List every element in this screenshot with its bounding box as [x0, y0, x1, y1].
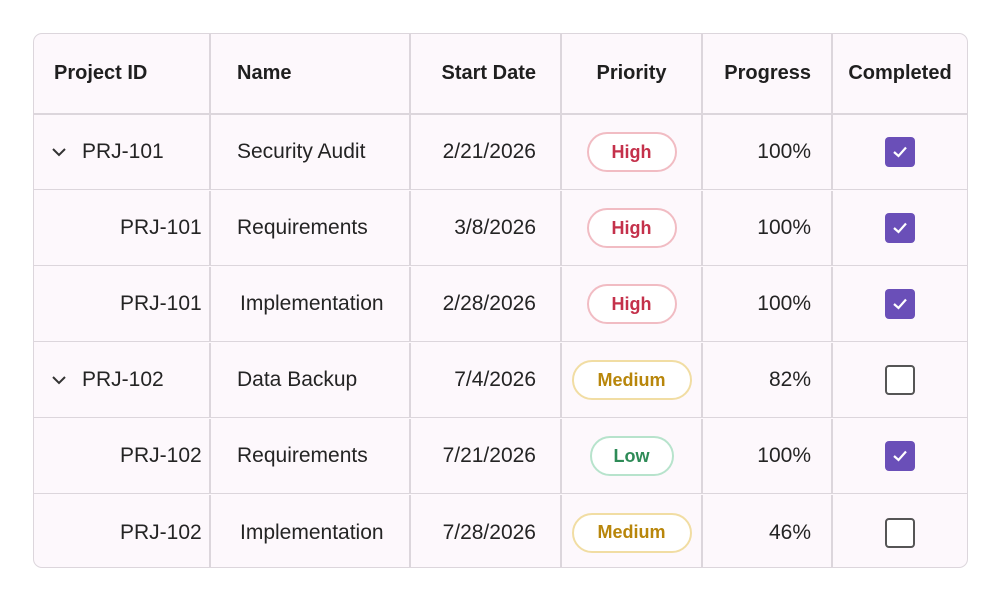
chevron-down-icon[interactable]: [48, 369, 70, 391]
start-date-cell: 2/21/2026: [411, 115, 562, 189]
completed-checkbox[interactable]: [885, 137, 915, 167]
completed-checkbox[interactable]: [885, 213, 915, 243]
completed-cell: [833, 191, 967, 265]
progress-cell: 100%: [703, 115, 833, 189]
priority-cell: Medium: [562, 495, 703, 567]
start-date: 7/4/2026: [454, 368, 536, 391]
table-row[interactable]: PRJ-101 Security Audit 2/21/2026 High 10…: [34, 115, 967, 190]
priority-cell: High: [562, 191, 703, 265]
column-header-progress[interactable]: Progress: [703, 34, 833, 113]
completed-checkbox[interactable]: [885, 441, 915, 471]
progress-value: 100%: [757, 444, 811, 467]
project-id-cell: PRJ-102: [34, 419, 211, 493]
chevron-down-icon[interactable]: [48, 141, 70, 163]
project-id-cell: PRJ-101: [34, 191, 211, 265]
name-cell: Requirements: [211, 419, 411, 493]
progress-cell: 100%: [703, 419, 833, 493]
priority-cell: High: [562, 115, 703, 189]
project-id-cell: PRJ-101: [34, 115, 211, 189]
header-row: Project ID Name Start Date Priority Prog…: [34, 34, 967, 115]
start-date: 2/28/2026: [442, 292, 536, 315]
completed-cell: [833, 495, 967, 567]
table-row[interactable]: PRJ-102 Requirements 7/21/2026 Low 100%: [34, 419, 967, 494]
name-cell: Implementation: [211, 495, 411, 567]
progress-cell: 46%: [703, 495, 833, 567]
completed-cell: [833, 343, 967, 417]
completed-cell: [833, 115, 967, 189]
progress-value: 100%: [757, 292, 811, 315]
start-date-cell: 7/4/2026: [411, 343, 562, 417]
project-id: PRJ-101: [82, 140, 164, 163]
start-date: 7/21/2026: [442, 444, 536, 467]
priority-cell: Low: [562, 419, 703, 493]
progress-cell: 100%: [703, 191, 833, 265]
priority-badge: High: [586, 284, 677, 324]
project-id: PRJ-101: [120, 292, 202, 315]
start-date: 2/21/2026: [442, 140, 536, 163]
project-id: PRJ-101: [120, 216, 202, 239]
table-row[interactable]: PRJ-101 Implementation 2/28/2026 High 10…: [34, 267, 967, 342]
progress-value: 46%: [768, 520, 811, 544]
name-cell: Security Audit: [211, 115, 411, 189]
column-header-start-date[interactable]: Start Date: [411, 34, 562, 113]
table-row[interactable]: PRJ-101 Requirements 3/8/2026 High 100%: [34, 191, 967, 266]
column-header-completed[interactable]: Completed: [833, 34, 967, 113]
tree-grid: Project ID Name Start Date Priority Prog…: [33, 33, 968, 568]
start-date-cell: 7/21/2026: [411, 419, 562, 493]
start-date-cell: 3/8/2026: [411, 191, 562, 265]
name-cell: Data Backup: [211, 343, 411, 417]
task-name: Requirements: [237, 216, 368, 239]
priority-badge: Medium: [571, 512, 692, 553]
priority-cell: High: [562, 267, 703, 341]
task-name: Implementation: [240, 520, 384, 544]
progress-value: 100%: [757, 140, 811, 163]
start-date: 7/28/2026: [442, 520, 536, 544]
column-header-project-id[interactable]: Project ID: [34, 34, 211, 113]
project-id: PRJ-102: [120, 444, 202, 467]
completed-cell: [833, 267, 967, 341]
project-id: PRJ-102: [120, 520, 202, 544]
priority-badge: High: [586, 208, 677, 248]
priority-badge: High: [586, 132, 677, 172]
task-name: Requirements: [237, 444, 368, 467]
project-id: PRJ-102: [82, 368, 164, 391]
project-id-cell: PRJ-101: [34, 267, 211, 341]
project-id-cell: PRJ-102: [34, 495, 211, 567]
progress-cell: 82%: [703, 343, 833, 417]
start-date-cell: 7/28/2026: [411, 495, 562, 567]
task-name: Implementation: [240, 292, 384, 315]
completed-cell: [833, 419, 967, 493]
table-row[interactable]: PRJ-102 Data Backup 7/4/2026 Medium 82%: [34, 343, 967, 418]
priority-cell: Medium: [562, 343, 703, 417]
checkmark-icon: [893, 450, 907, 462]
priority-badge: Low: [589, 436, 674, 476]
priority-badge: Medium: [571, 360, 692, 400]
name-cell: Requirements: [211, 191, 411, 265]
checkmark-icon: [893, 222, 907, 234]
progress-cell: 100%: [703, 267, 833, 341]
column-header-priority[interactable]: Priority: [562, 34, 703, 113]
project-id-cell: PRJ-102: [34, 343, 211, 417]
progress-value: 100%: [757, 216, 811, 239]
checkmark-icon: [893, 146, 907, 158]
progress-value: 82%: [768, 368, 811, 391]
column-header-name[interactable]: Name: [211, 34, 411, 113]
table-row[interactable]: PRJ-102 Implementation 7/28/2026 Medium …: [34, 495, 967, 567]
completed-checkbox[interactable]: [885, 289, 915, 319]
start-date-cell: 2/28/2026: [411, 267, 562, 341]
start-date: 3/8/2026: [454, 216, 536, 239]
name-cell: Implementation: [211, 267, 411, 341]
task-name: Data Backup: [237, 368, 358, 391]
completed-checkbox[interactable]: [885, 365, 915, 395]
task-name: Security Audit: [237, 140, 366, 163]
checkmark-icon: [893, 298, 907, 310]
completed-checkbox[interactable]: [885, 517, 915, 548]
